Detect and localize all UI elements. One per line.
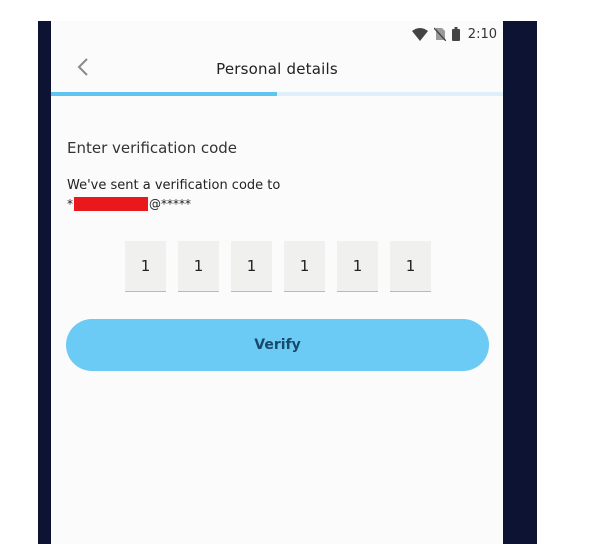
page-title: Personal details: [216, 60, 338, 78]
redaction-block: [74, 197, 148, 211]
progress-fill: [51, 92, 277, 96]
masked-email: * @*****: [67, 197, 191, 211]
code-digit-input[interactable]: 1: [231, 241, 272, 292]
code-input-row: 1 1 1 1 1 1: [125, 241, 431, 292]
app-screen: 2:10 Personal details Enter verification…: [51, 21, 503, 544]
code-digit-input[interactable]: 1: [284, 241, 325, 292]
header: Personal details: [51, 49, 503, 89]
wifi-icon: [411, 27, 428, 41]
status-bar: 2:10: [411, 25, 497, 43]
sent-message: We've sent a verification code to: [67, 178, 281, 193]
code-digit-input[interactable]: 1: [125, 241, 166, 292]
email-suffix: @*****: [149, 197, 191, 211]
email-prefix: *: [67, 197, 73, 211]
device-frame-left: [38, 21, 51, 544]
battery-icon: [451, 27, 460, 41]
code-digit-input[interactable]: 1: [390, 241, 431, 292]
no-sim-icon: [433, 27, 446, 41]
code-digit-input[interactable]: 1: [178, 241, 219, 292]
status-time: 2:10: [467, 26, 497, 42]
code-digit-input[interactable]: 1: [337, 241, 378, 292]
verification-heading: Enter verification code: [67, 139, 238, 157]
verify-button[interactable]: Verify: [66, 319, 489, 371]
progress-bar: [51, 92, 503, 96]
device-frame-right: [503, 21, 537, 544]
